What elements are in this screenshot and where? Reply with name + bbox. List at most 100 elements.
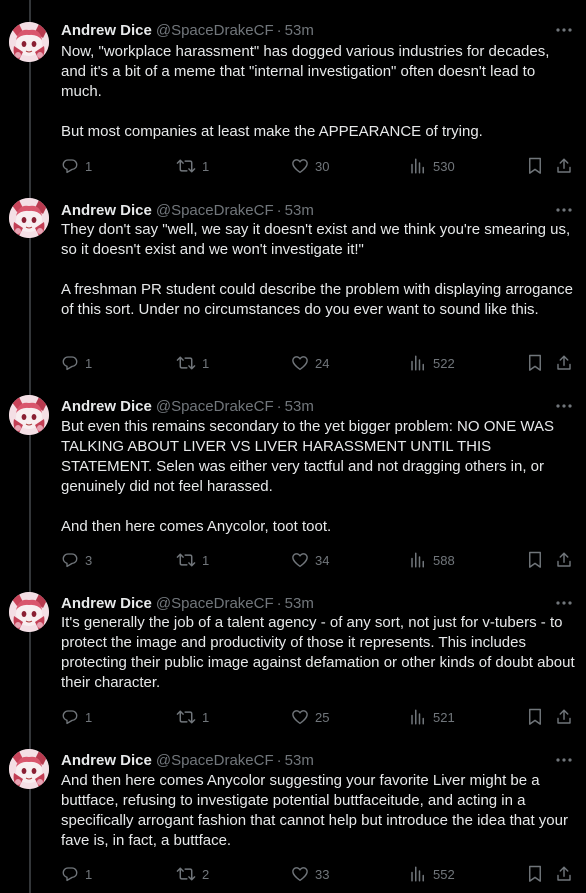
like-button[interactable]: 30 <box>291 156 329 176</box>
timestamp[interactable]: 53m <box>285 202 314 219</box>
tweet-actions: 1 1 25 521 <box>61 707 576 727</box>
separator-dot: · <box>276 594 282 612</box>
more-icon[interactable] <box>555 22 573 38</box>
retweet-icon <box>176 157 196 175</box>
reply-button[interactable]: 3 <box>61 550 92 570</box>
like-button[interactable]: 24 <box>291 353 329 373</box>
author-handle[interactable]: @SpaceDrakeCF <box>156 398 274 415</box>
like-button[interactable]: 34 <box>291 550 329 570</box>
avatar[interactable] <box>9 592 49 632</box>
share-icon <box>555 865 573 883</box>
tweet-text: It's generally the job of a talent agenc… <box>61 613 576 693</box>
views-button[interactable]: 530 <box>409 156 455 176</box>
bookmark-button[interactable] <box>527 550 543 570</box>
author-name[interactable]: Andrew Dice <box>61 202 152 219</box>
share-button[interactable] <box>555 550 573 570</box>
retweet-button[interactable]: 1 <box>176 707 209 727</box>
author-name[interactable]: Andrew Dice <box>61 22 152 39</box>
views-icon <box>409 865 427 883</box>
more-icon[interactable] <box>555 752 573 768</box>
views-icon <box>409 708 427 726</box>
retweet-button[interactable]: 1 <box>176 353 209 373</box>
views-button[interactable]: 522 <box>409 353 455 373</box>
tweet-paragraph: A freshman PR student could describe the… <box>61 281 578 318</box>
tweet-paragraph: And then here comes Anycolor, toot toot. <box>61 518 332 535</box>
tweet-actions: 3 1 34 588 <box>61 550 576 570</box>
views-button[interactable]: 588 <box>409 550 455 570</box>
tweet-paragraph: But even this remains secondary to the y… <box>61 418 558 495</box>
reply-icon <box>61 157 79 175</box>
author-name[interactable]: Andrew Dice <box>61 752 152 769</box>
retweet-button[interactable]: 2 <box>176 864 209 884</box>
tweet-header: Andrew Dice @SpaceDrakeCF · 53m <box>61 593 314 613</box>
avatar[interactable] <box>9 198 49 238</box>
views-icon <box>409 551 427 569</box>
author-handle[interactable]: @SpaceDrakeCF <box>156 202 274 219</box>
timestamp[interactable]: 53m <box>285 752 314 769</box>
reply-count: 1 <box>85 866 93 882</box>
tweet-header: Andrew Dice @SpaceDrakeCF · 53m <box>61 200 314 220</box>
views-button[interactable]: 521 <box>409 707 455 727</box>
reply-icon <box>61 708 79 726</box>
retweet-count: 1 <box>202 709 210 725</box>
author-name[interactable]: Andrew Dice <box>61 595 152 612</box>
reply-button[interactable]: 1 <box>61 353 92 373</box>
like-button[interactable]: 25 <box>291 707 329 727</box>
bookmark-icon <box>527 865 543 883</box>
share-button[interactable] <box>555 707 573 727</box>
more-icon[interactable] <box>555 595 573 611</box>
tweet-text: Now, "workplace harassment" has dogged v… <box>61 42 576 142</box>
views-count: 588 <box>433 552 455 568</box>
more-icon[interactable] <box>555 202 573 218</box>
tweet-header: Andrew Dice @SpaceDrakeCF · 53m <box>61 396 314 416</box>
share-button[interactable] <box>555 864 573 884</box>
share-icon <box>555 157 573 175</box>
reply-button[interactable]: 1 <box>61 707 92 727</box>
timestamp[interactable]: 53m <box>285 398 314 415</box>
tweet-actions: 1 1 24 522 <box>61 353 576 373</box>
views-count: 530 <box>433 158 455 174</box>
bookmark-button[interactable] <box>527 864 543 884</box>
like-icon <box>291 865 309 883</box>
tweet-paragraph: They don't say "well, we say it doesn't … <box>61 221 575 258</box>
retweet-button[interactable]: 1 <box>176 550 209 570</box>
bookmark-icon <box>527 354 543 372</box>
avatar[interactable] <box>9 749 49 789</box>
like-count: 30 <box>315 158 330 174</box>
timestamp[interactable]: 53m <box>285 22 314 39</box>
timestamp[interactable]: 53m <box>285 595 314 612</box>
retweet-button[interactable]: 1 <box>176 156 209 176</box>
avatar[interactable] <box>9 22 49 62</box>
like-button[interactable]: 33 <box>291 864 329 884</box>
avatar[interactable] <box>9 395 49 435</box>
share-button[interactable] <box>555 353 573 373</box>
reply-count: 3 <box>85 552 93 568</box>
tweet-paragraph: And then here comes Anycolor suggesting … <box>61 772 573 849</box>
reply-count: 1 <box>85 158 93 174</box>
retweet-icon <box>176 708 196 726</box>
separator-dot: · <box>276 397 282 415</box>
tweet-paragraph: But most companies at least make the APP… <box>61 123 483 140</box>
author-handle[interactable]: @SpaceDrakeCF <box>156 752 274 769</box>
views-button[interactable]: 552 <box>409 864 455 884</box>
views-icon <box>409 157 427 175</box>
share-button[interactable] <box>555 156 573 176</box>
tweet-text: But even this remains secondary to the y… <box>61 417 576 537</box>
views-icon <box>409 354 427 372</box>
author-name[interactable]: Andrew Dice <box>61 398 152 415</box>
bookmark-icon <box>527 157 543 175</box>
bookmark-button[interactable] <box>527 156 543 176</box>
tweet-text: They don't say "well, we say it doesn't … <box>61 220 576 320</box>
author-handle[interactable]: @SpaceDrakeCF <box>156 595 274 612</box>
more-icon[interactable] <box>555 398 573 414</box>
tweet-paragraph: Now, "workplace harassment" has dogged v… <box>61 43 554 100</box>
author-handle[interactable]: @SpaceDrakeCF <box>156 22 274 39</box>
bookmark-button[interactable] <box>527 353 543 373</box>
like-count: 25 <box>315 709 330 725</box>
like-count: 33 <box>315 866 330 882</box>
tweet-header: Andrew Dice @SpaceDrakeCF · 53m <box>61 20 314 40</box>
reply-button[interactable]: 1 <box>61 864 92 884</box>
reply-count: 1 <box>85 355 93 371</box>
reply-button[interactable]: 1 <box>61 156 92 176</box>
bookmark-button[interactable] <box>527 707 543 727</box>
